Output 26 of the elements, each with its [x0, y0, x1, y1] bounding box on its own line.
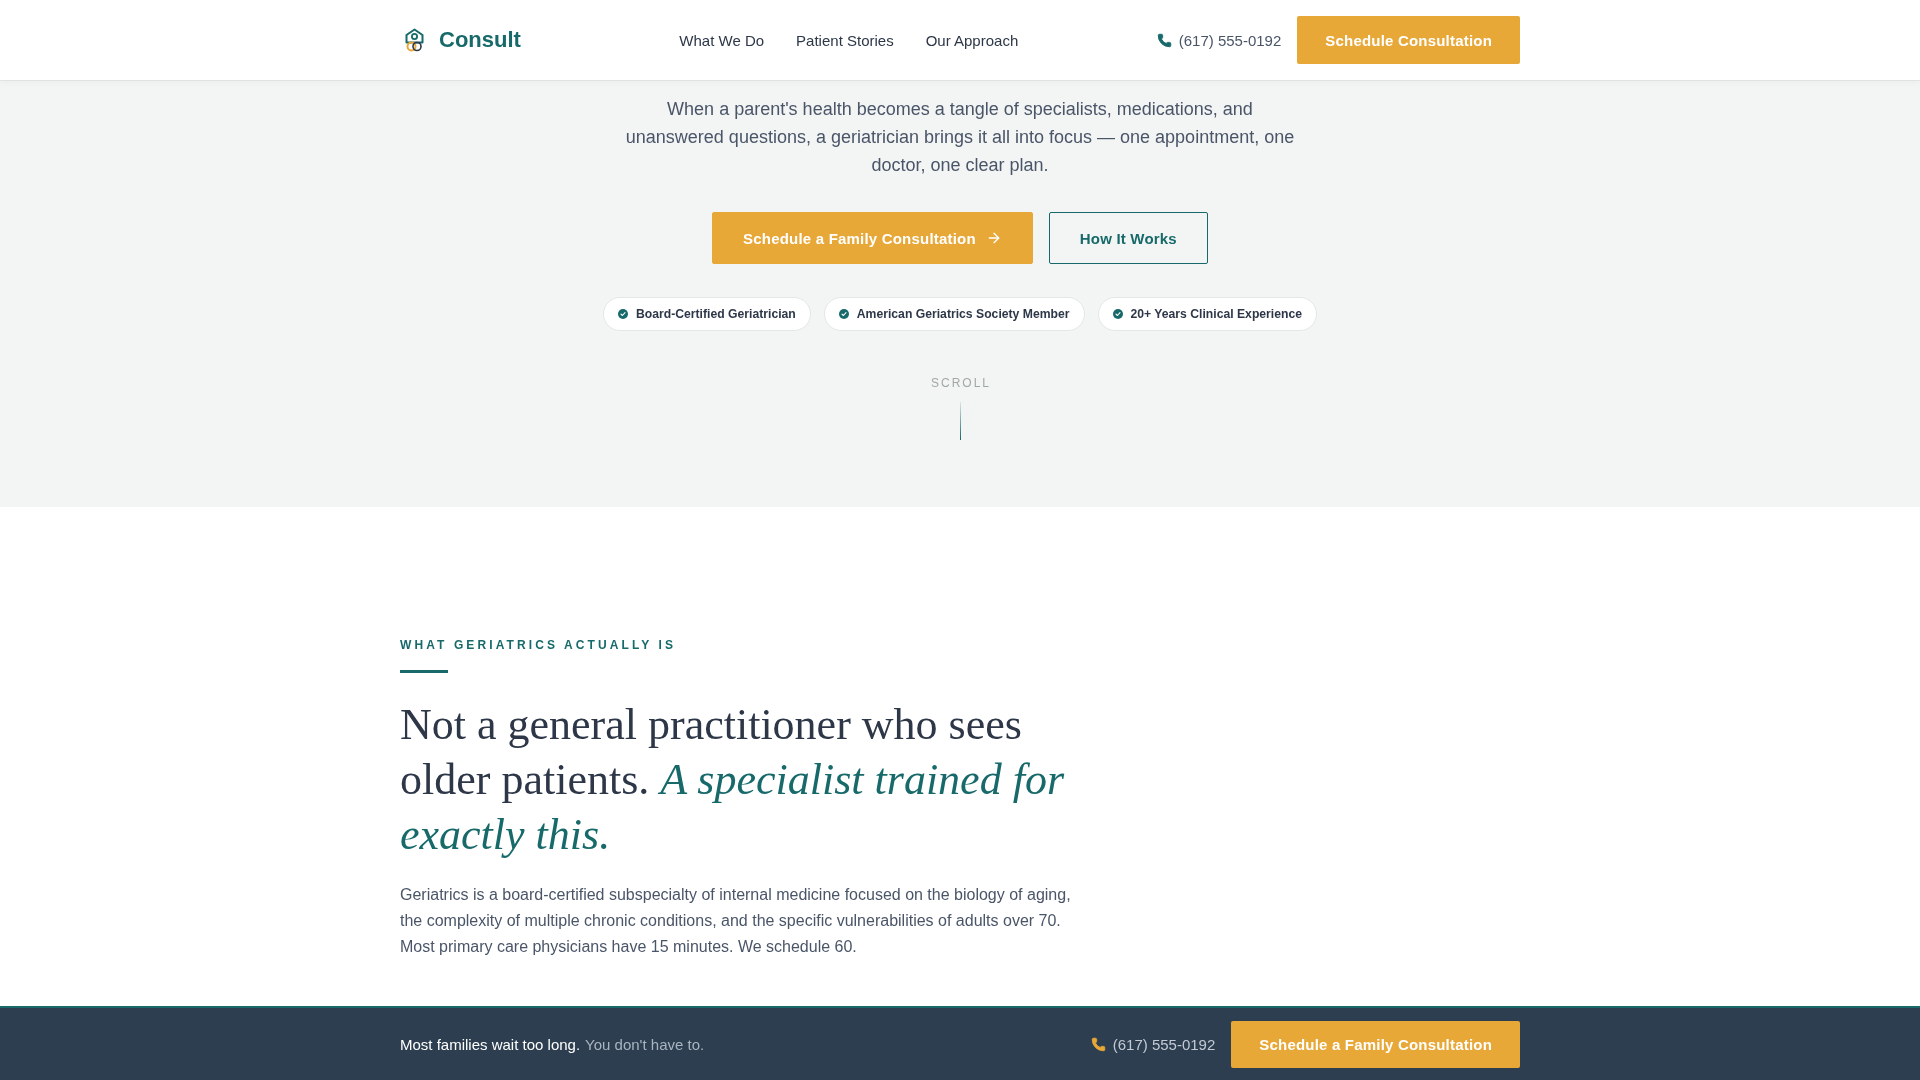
- check-circle-icon: [838, 309, 849, 319]
- logo-icon: [404, 28, 425, 52]
- check-circle-icon: [617, 309, 628, 319]
- nav-link[interactable]: Our Approach: [925, 31, 1019, 49]
- phone-link[interactable]: (617) 555-0192: [1112, 1035, 1216, 1053]
- nav-link[interactable]: What We Do: [679, 31, 765, 49]
- bar-message: Most families wait too long.: [400, 1035, 581, 1053]
- scroll-hint: SCROLL: [930, 376, 991, 390]
- phone-icon: [1090, 1036, 1106, 1052]
- logo-link[interactable]: Consult: [400, 27, 521, 53]
- section-heading: Not a general practitioner who sees older patients. A specialist trained for exactly this.: [400, 699, 1065, 861]
- section-eyebrow: WHAT GERIATRICS ACTUALLY IS: [400, 638, 677, 652]
- phone-link[interactable]: (617) 555-0192: [1178, 31, 1282, 49]
- how-it-works-button[interactable]: How It Works: [1048, 212, 1208, 264]
- section-body: Geriatrics is a board-certified subspecialty of internal medicine focused on the biology of aging, the complexity of multiple chronic conditions, and the specific vulnerabilities of adults over 70. Most primary care physicians have 15 minutes. We schedule 60.: [400, 885, 1072, 957]
- badge-label: American Geriatrics Society Member: [856, 307, 1070, 321]
- logo-text: Consult: [439, 27, 521, 53]
- badge-label: Board-Certified Geriatrician: [635, 307, 796, 321]
- phone-icon: [1156, 32, 1172, 48]
- nav-link[interactable]: Patient Stories: [796, 31, 894, 49]
- check-circle-icon: [1112, 309, 1123, 319]
- accent-bar: [400, 670, 448, 673]
- hero-intro: When a parent's health becomes a tangle of specialists, medications, and unanswered questions, a geriatrician brings it all into focus — one appointment, one doctor, one clear plan.: [624, 98, 1296, 177]
- scroll-line: [959, 402, 961, 440]
- bar-submessage: You don't have to.: [585, 1035, 705, 1053]
- badge-label: 20+ Years Clinical Experience: [1130, 307, 1303, 321]
